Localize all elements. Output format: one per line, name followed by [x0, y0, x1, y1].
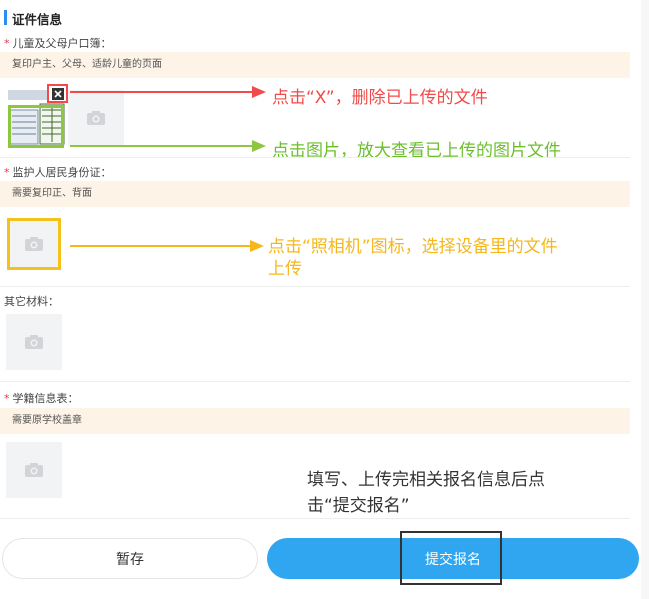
divider [0, 157, 630, 158]
guardian-id-label: * 监护人居民身份证： [4, 166, 112, 179]
camera-arrow [70, 240, 264, 252]
other-label: 其它材料： [4, 295, 59, 308]
camera-note: 点击“照相机”图标，选择设备里的文件 上传 [268, 237, 558, 279]
close-icon [51, 87, 64, 100]
guardian-id-hint: 需要复印正、背面 [0, 181, 630, 207]
school-record-label: * 学籍信息表： [4, 392, 79, 405]
divider [0, 286, 630, 287]
camera-icon [25, 463, 43, 477]
divider [0, 518, 630, 519]
preview-arrow [70, 140, 266, 152]
delete-arrow [70, 86, 266, 98]
household-label: * 儿童及父母户口簿： [4, 37, 112, 50]
required-mark: * [4, 392, 10, 405]
upload-slot-guardian-id[interactable] [7, 218, 61, 270]
section-title: 证件信息 [12, 12, 63, 27]
required-mark: * [4, 166, 10, 179]
submit-note: 填写、上传完相关报名信息后点 击“提交报名” [307, 470, 545, 516]
upload-slot-school-record[interactable] [6, 442, 62, 498]
camera-icon [25, 335, 43, 349]
delete-button[interactable] [47, 84, 68, 103]
divider [0, 381, 630, 382]
scroll-edge [641, 0, 649, 599]
section-accent-bar [4, 10, 7, 25]
save-draft-button[interactable]: 暂存 [2, 538, 258, 579]
camera-icon [25, 237, 43, 251]
upload-slot-other[interactable] [6, 314, 62, 370]
delete-note: 点击“X”，删除已上传的文件 [272, 88, 488, 108]
required-mark: * [4, 37, 10, 50]
thumbnail-highlight [8, 105, 64, 148]
submit-highlight [400, 531, 502, 585]
school-record-hint: 需要原学校盖章 [0, 408, 630, 434]
household-hint: 复印户主、父母、适龄儿童的页面 [0, 52, 630, 78]
camera-icon [87, 111, 105, 125]
